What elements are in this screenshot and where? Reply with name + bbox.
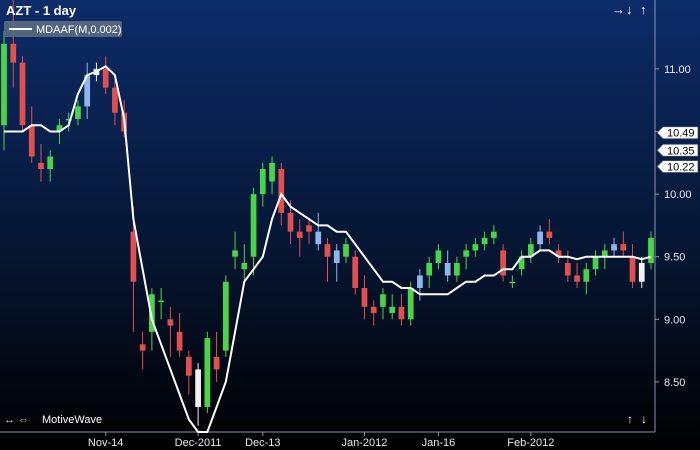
y-tick-label: 10.00 (664, 189, 692, 201)
x-tick-label: Jan-16 (422, 437, 456, 449)
candle-body (269, 162, 275, 182)
arrow-up-icon[interactable]: ↑ (627, 412, 633, 426)
indicator-label: MDAAF(M,0.002) (36, 24, 122, 36)
candle-body (620, 244, 627, 251)
y-tick-label: 11.00 (664, 64, 691, 76)
x-tick-label: Dec-13 (245, 437, 280, 449)
candle-body (28, 125, 35, 157)
candle-body (417, 275, 423, 288)
arrows-left-right-icon[interactable]: ↔ (4, 414, 15, 426)
candle-body (213, 356, 220, 370)
candle-body (352, 256, 359, 288)
candle-body (398, 306, 405, 320)
candle-body (102, 68, 109, 88)
top-nav: → ↓ ↑ (612, 2, 647, 17)
candle-body (287, 212, 294, 232)
candle-body (204, 338, 211, 407)
arrow-right-icon[interactable]: → (612, 2, 625, 17)
arrows-double-icon[interactable]: ⇔ (18, 414, 29, 426)
candle-body (222, 281, 229, 351)
candle-body (296, 231, 303, 238)
candle-body (546, 231, 553, 238)
candle-body (315, 231, 322, 245)
candle-body (435, 250, 442, 263)
indicator-legend[interactable]: MDAAF(M,0.002) (4, 21, 122, 37)
brand-label: MotiveWave (42, 414, 102, 426)
candle-body (648, 237, 654, 263)
price-tag-label: 10.22 (667, 162, 695, 174)
y-tick-label: 8.50 (664, 377, 685, 389)
candle-body (491, 231, 497, 238)
x-tick-label: Dec-2011 (175, 437, 222, 449)
arrow-up-icon[interactable]: ↑ (640, 2, 647, 17)
candle-body (361, 288, 368, 307)
candle-body (1, 43, 7, 126)
arrow-down-icon[interactable]: ↓ (641, 412, 647, 426)
candle-body (38, 162, 44, 170)
stock-chart[interactable]: 11.0010.5010.009.509.008.50 Nov-14Dec-20… (0, 0, 700, 450)
candle-body (472, 244, 479, 251)
candle-body (158, 300, 164, 303)
price-tag-label: 10.49 (667, 128, 695, 140)
candle-body (324, 244, 331, 257)
candle-body (629, 256, 636, 282)
candle-body (75, 106, 81, 119)
candle-body (185, 356, 192, 376)
candle-body (278, 169, 285, 213)
candle-body (343, 244, 349, 257)
candle-body (250, 194, 257, 257)
y-tick-label: 9.50 (664, 252, 685, 264)
arrow-down-icon[interactable]: ↓ (626, 2, 633, 17)
candle-body (370, 306, 377, 314)
candle-body (509, 281, 516, 284)
candle-body (306, 225, 312, 232)
bottom-left-nav: ↔ ⇔ MotiveWave (4, 414, 102, 426)
candle-body (167, 319, 174, 326)
candle-body (241, 262, 248, 270)
candle-body (232, 250, 238, 257)
candle-body (19, 62, 26, 126)
candle-body (139, 344, 146, 351)
candle-body (611, 244, 617, 251)
candle-body (454, 262, 460, 276)
candle-body (130, 231, 137, 282)
candle-body (592, 256, 599, 270)
candle-body (10, 43, 17, 63)
candle-body (389, 306, 396, 314)
x-tick-label: Jan-2012 (342, 437, 388, 449)
candle-body (481, 237, 488, 245)
chart-title: AZT - 1 day (6, 3, 77, 18)
candle-body (583, 269, 590, 282)
price-tag-label: 10.35 (667, 145, 695, 157)
price-tags: 10.49 10.35 10.22 (656, 126, 699, 174)
candle-body (407, 288, 414, 320)
y-tick-label: 9.00 (664, 314, 685, 326)
candle-body (463, 250, 470, 257)
candle-body (444, 262, 451, 276)
candle-body (380, 294, 386, 307)
x-tick-label: Feb-2012 (507, 437, 554, 449)
candle-body (195, 369, 201, 407)
candle-body (564, 262, 571, 276)
candle-body (47, 156, 54, 170)
candle-body (574, 275, 580, 282)
candle-body (259, 169, 266, 195)
candle-body (333, 250, 340, 263)
candle-body (112, 87, 118, 113)
candle-body (638, 262, 645, 282)
candle-body (426, 262, 433, 276)
x-tick-label: Nov-14 (88, 437, 123, 449)
candle-body (176, 331, 183, 351)
candle-body (537, 231, 543, 245)
